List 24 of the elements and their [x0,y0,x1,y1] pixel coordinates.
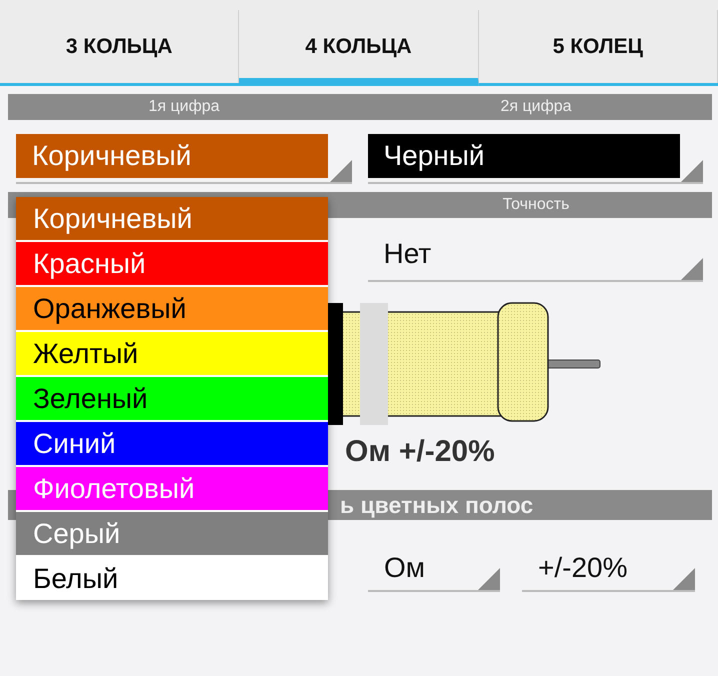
tab[interactable]: 4 КОЛЬЦА [239,10,479,86]
color-option[interactable]: Красный [16,242,328,285]
accuracy-dropdown[interactable]: Нет [368,228,703,282]
color-option[interactable]: Серый [16,512,328,555]
tab[interactable]: 5 КОЛЕЦ [478,10,718,83]
unit-dropdown[interactable]: Ом [368,542,500,592]
column-label: Точность [502,196,570,214]
column-label: 2я цифра [499,98,573,116]
color-option[interactable]: Белый [16,557,328,600]
result-text: Ом +/-20% [345,434,495,470]
tab[interactable]: 3 КОЛЬЦА [0,10,240,83]
color-option[interactable]: Синий [16,422,328,465]
caret-icon [681,160,703,182]
color-option[interactable]: Оранжевый [16,287,328,330]
column-label: 1я цифра [147,98,221,116]
tolerance-dropdown[interactable]: +/-20% [522,542,695,592]
color-option[interactable]: Желтый [16,332,328,375]
color-option[interactable]: Коричневый [16,197,328,240]
caret-icon [478,568,500,590]
caret-icon [330,160,352,182]
caret-icon [681,258,703,280]
section-title: ь цветных полос [340,492,534,518]
caret-icon [673,568,695,590]
color-option[interactable]: Зеленый [16,377,328,420]
